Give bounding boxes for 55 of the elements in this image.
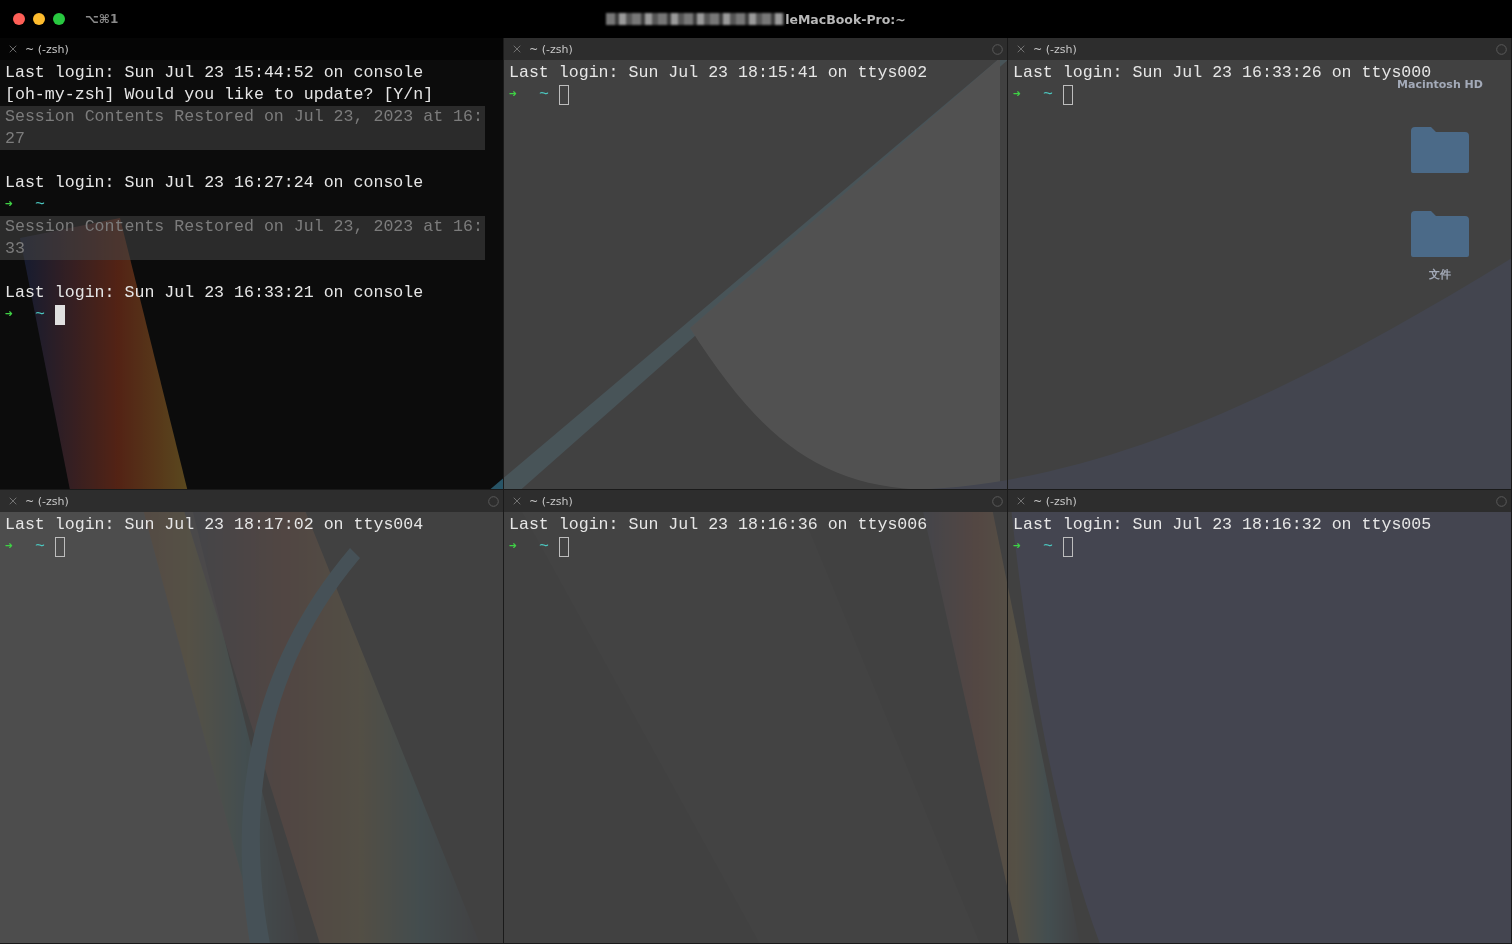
terminal-pane[interactable]: ~ (-zsh) Last login: Sun Jul 23 18:16:32 on ttys005 ➜ ~ <box>1008 490 1512 944</box>
prompt-arrow: ➜ <box>5 306 14 324</box>
terminal-line: Last login: Sun Jul 23 16:33:21 on console <box>5 282 425 304</box>
prompt-arrow: ➜ <box>509 86 518 104</box>
close-button[interactable] <box>13 13 25 25</box>
prompt-arrow: ➜ <box>1013 538 1022 556</box>
terminal-pane[interactable]: ~ (-zsh) Last login: Sun Jul 23 18:17:02 on ttys004 ➜ ~ <box>0 490 504 944</box>
circle-icon[interactable] <box>488 495 499 507</box>
close-icon[interactable] <box>511 43 523 55</box>
circle-icon[interactable] <box>1496 495 1507 507</box>
terminal-line: Last login: Sun Jul 23 18:16:36 on ttys006 <box>509 514 929 536</box>
close-icon[interactable] <box>7 495 19 507</box>
desktop-icon-label: Macintosh HD <box>1397 78 1483 91</box>
close-icon[interactable] <box>7 43 19 55</box>
circle-icon[interactable] <box>1496 43 1507 55</box>
pane-title: ~ (-zsh) <box>529 42 574 56</box>
terminal-line: Last login: Sun Jul 23 18:15:41 on ttys002 <box>509 62 929 84</box>
circle-icon[interactable] <box>992 495 1003 507</box>
prompt-arrow: ➜ <box>5 196 14 214</box>
prompt-arrow: ➜ <box>1013 86 1022 104</box>
folder-icon <box>1409 125 1471 175</box>
prompt-directory: ~ <box>1043 536 1054 558</box>
prompt-arrow: ➜ <box>509 538 518 556</box>
minimize-button[interactable] <box>33 13 45 25</box>
terminal-line: Last login: Sun Jul 23 18:17:02 on ttys004 <box>5 514 425 536</box>
session-restored-notice: Session Contents Restored on Jul 23, 2023 at 16: 27 <box>0 106 485 150</box>
session-restored-notice: Session Contents Restored on Jul 23, 2023 at 16: 33 <box>0 216 485 260</box>
terminal-line: Last login: Sun Jul 23 18:16:32 on ttys005 <box>1013 514 1433 536</box>
close-icon[interactable] <box>1015 43 1027 55</box>
desktop-icon-label: 文件 <box>1429 267 1451 282</box>
zoom-button[interactable] <box>53 13 65 25</box>
terminal-pane[interactable]: ~ (-zsh) Last login: Sun Jul 23 18:16:36 on ttys006 ➜ ~ <box>504 490 1008 944</box>
prompt-directory: ~ <box>35 194 46 216</box>
terminal-line: Last login: Sun Jul 23 16:27:24 on console <box>5 172 425 194</box>
prompt-arrow: ➜ <box>5 538 14 556</box>
pane-title: ~ (-zsh) <box>25 494 70 508</box>
pane-title: ~ (-zsh) <box>1033 494 1078 508</box>
terminal-line: [oh-my-zsh] Would you like to update? [Y/n] <box>5 84 435 106</box>
pane-title: ~ (-zsh) <box>25 42 70 56</box>
prompt-directory: ~ <box>539 84 550 106</box>
folder-icon <box>1409 209 1471 259</box>
prompt-directory: ~ <box>539 536 550 558</box>
pane-title: ~ (-zsh) <box>529 494 574 508</box>
prompt-directory: ~ <box>1043 84 1054 106</box>
terminal-line: Last login: Sun Jul 23 15:44:52 on console <box>5 62 425 84</box>
window-title: leMacBook-Pro:~ <box>785 11 906 27</box>
pane-title: ~ (-zsh) <box>1033 42 1078 56</box>
circle-icon[interactable] <box>992 43 1003 55</box>
terminal-pane[interactable]: ~ (-zsh) Last login: Sun Jul 23 18:15:41 on ttys002 ➜ ~ <box>504 38 1008 490</box>
terminal-pane[interactable] <box>0 38 504 490</box>
window-shortcut: ⌥⌘1 <box>85 12 119 26</box>
prompt-directory: ~ <box>35 536 46 558</box>
close-icon[interactable] <box>511 495 523 507</box>
close-icon[interactable] <box>1015 495 1027 507</box>
prompt-directory: ~ <box>35 304 46 326</box>
